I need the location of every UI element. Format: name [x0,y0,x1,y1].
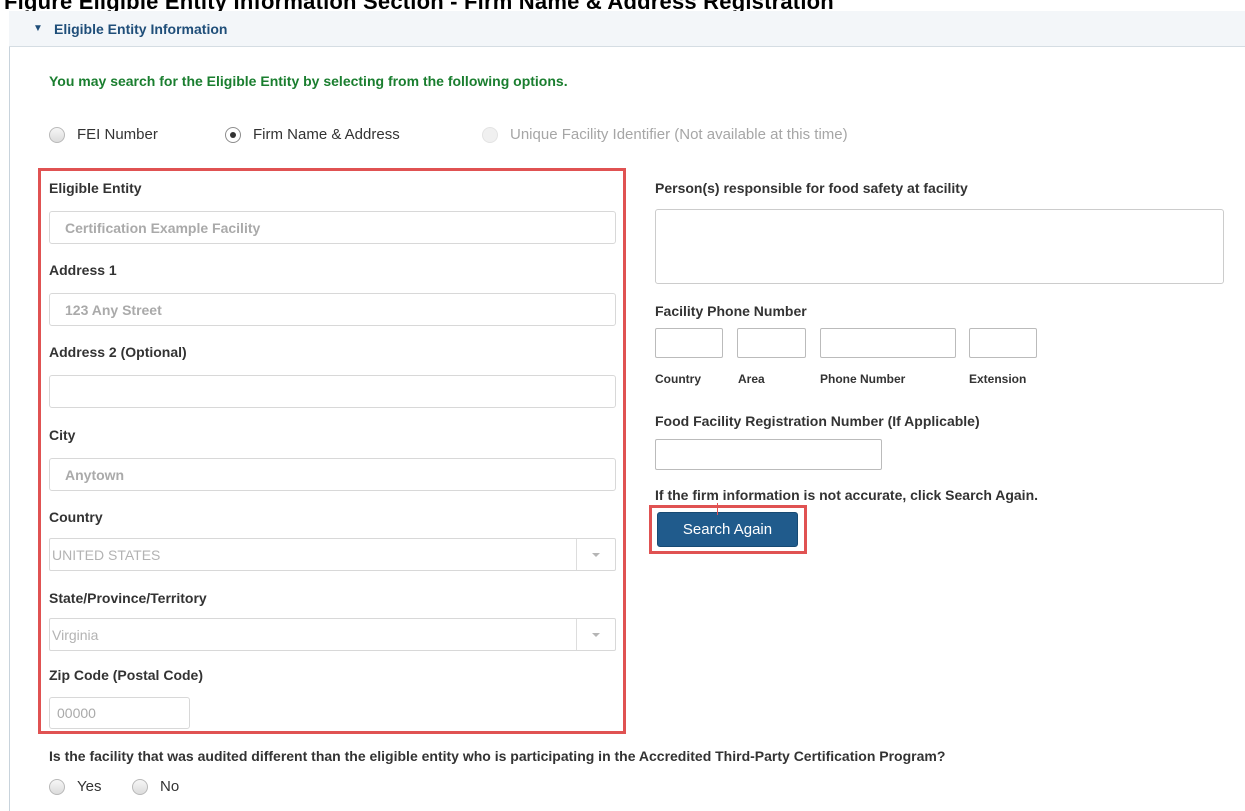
radio-option-firm-name[interactable]: Firm Name & Address [225,126,400,143]
state-label: State/Province/Territory [49,590,207,606]
phone-area-input[interactable] [737,328,806,358]
country-select-value: UNITED STATES [52,546,161,563]
phone-extension-label: Extension [969,372,1027,386]
state-select-value: Virginia [52,626,99,643]
food-safety-label: Person(s) responsible for food safety at… [655,180,968,196]
radio-fei-number[interactable] [49,126,65,143]
section-title: Eligible Entity Information [54,21,228,37]
eligible-entity-input[interactable]: Certification Example Facility [49,211,616,244]
city-input[interactable]: Anytown [49,458,616,491]
search-again-button[interactable]: Search Again [657,512,798,547]
address2-label: Address 2 (Optional) [49,344,187,360]
city-label: City [49,427,76,443]
phone-label: Facility Phone Number [655,303,807,319]
radio-no[interactable] [132,778,148,795]
radio-option-no[interactable]: No [132,778,179,795]
address1-label: Address 1 [49,262,117,278]
audited-question: Is the facility that was audited differe… [49,748,946,764]
chevron-down-icon [592,552,600,557]
address2-input[interactable] [49,375,616,408]
phone-area-label: Area [738,372,765,386]
phone-country-input[interactable] [655,328,723,358]
chevron-down-icon [592,632,600,637]
radio-firm-name-address[interactable] [225,126,241,143]
radio-yes[interactable] [49,778,65,795]
radio-label-yes: Yes [77,778,102,795]
search-instructions: You may search for the Eligible Entity b… [49,73,568,89]
food-safety-textarea[interactable] [655,209,1224,284]
country-label: Country [49,509,103,525]
section-header[interactable]: ▼ Eligible Entity Information [9,11,1245,47]
radio-unique-facility-id [482,126,498,143]
radio-option-fei[interactable]: FEI Number [49,126,158,143]
phone-number-input[interactable] [820,328,956,358]
eligible-entity-label: Eligible Entity [49,180,142,196]
radio-label-no: No [160,778,180,795]
radio-label-fei: FEI Number [77,126,158,143]
phone-extension-input[interactable] [969,328,1037,358]
registration-label: Food Facility Registration Number (If Ap… [655,413,980,429]
radio-label-firm-name: Firm Name & Address [253,126,400,143]
radio-label-unique-id: Unique Facility Identifier (Not availabl… [510,126,848,143]
address1-input[interactable]: 123 Any Street [49,293,616,326]
phone-country-label: Country [655,372,701,386]
state-select[interactable]: Virginia [49,618,616,651]
phone-number-label: Phone Number [820,372,906,386]
state-dropdown-button[interactable] [576,619,615,650]
zip-input[interactable]: 00000 [49,697,190,729]
text-cursor [717,503,718,515]
accuracy-note: If the firm information is not accurate,… [655,487,1039,503]
zip-label: Zip Code (Postal Code) [49,667,203,683]
registration-input[interactable] [655,439,882,470]
radio-option-unique-id: Unique Facility Identifier (Not availabl… [482,126,848,143]
radio-option-yes[interactable]: Yes [49,778,101,795]
country-select[interactable]: UNITED STATES [49,538,616,571]
caret-down-icon[interactable]: ▼ [33,23,43,34]
country-dropdown-button[interactable] [576,539,615,570]
